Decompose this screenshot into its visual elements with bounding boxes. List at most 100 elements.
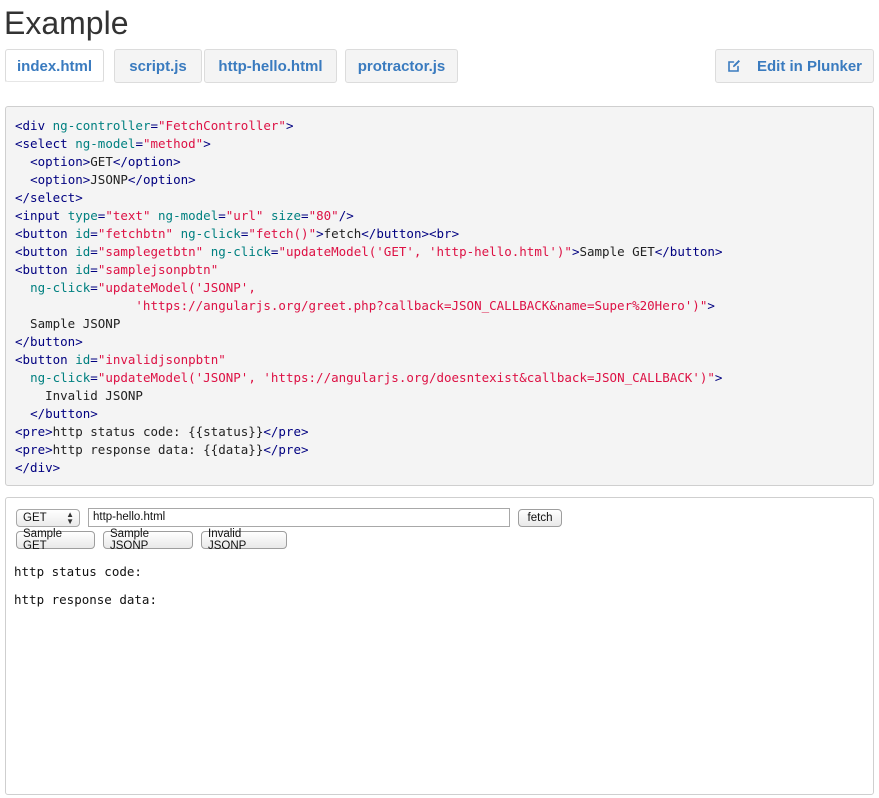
code-token: <div [15,118,53,133]
code-token: ng-click [210,244,271,259]
code-token: </select> [15,190,83,205]
code-token: <input [15,208,68,223]
sample-get-label: Sample GET [23,528,62,552]
code-token: ng-model [158,208,219,223]
code-token: "method" [142,136,204,151]
code-line: <pre>http response data: {{data}}</pre> [15,442,309,457]
code-line: Invalid JSONP [15,388,143,403]
code-token: ng-click [30,280,91,295]
code-token: </option> [112,154,181,169]
code-token: Sample GET [579,244,655,259]
code-line: 'https://angularjs.org/greet.php?callbac… [15,298,715,313]
code-line: <option>JSONP</option> [15,172,196,187]
code-token: </pre> [263,442,309,457]
code-token: 'https://angularjs.org/greet.php?callbac… [15,298,708,313]
code-token: "80" [308,208,339,223]
code-token: </pre> [263,424,309,439]
code-token: </button> [654,244,723,259]
code-token: Invalid JSONP [15,388,143,403]
code-token: </option> [127,172,196,187]
code-token: > [203,136,211,151]
code-token: = [90,262,98,277]
status-code-output: http status code: [14,564,142,579]
code-token: <option> [30,172,91,187]
code-token: > [316,226,324,241]
code-token: id [75,262,91,277]
code-token: <pre> [15,424,53,439]
code-token: http status code: {{status}} [52,424,264,439]
code-line: <pre>http status code: {{status}}</pre> [15,424,309,439]
code-token: <button [15,352,76,367]
code-token: <button [15,262,76,277]
code-token: = [218,208,226,223]
fetch-button[interactable]: fetch [518,509,562,527]
demo-output: GET ▲ ▼ http-hello.html fetch Sample GET … [5,497,874,795]
code-token: <pre> [15,442,53,457]
code-line: </button> [15,406,98,421]
tab-label: index.html [16,57,92,75]
url-input[interactable]: http-hello.html [88,508,510,527]
code-token: "fetchbtn" [97,226,174,241]
sample-jsonp-button[interactable]: Sample JSONP [103,528,193,552]
page-title: Example [4,5,129,41]
code-token: = [90,370,98,385]
url-input-value: http-hello.html [93,511,166,523]
code-token: "samplejsonpbtn" [97,262,219,277]
code-token: type [67,208,98,223]
code-token: <option> [30,154,91,169]
code-viewer: <div ng-controller="FetchController"> <s… [5,106,874,486]
tab-label: protractor.js [357,57,446,75]
code-token: ng-click [180,226,241,241]
tab-http-hello-html[interactable]: http-hello.html [204,49,337,83]
code-token: = [301,208,309,223]
code-line: ng-click="updateModel('JSONP', 'https://… [15,370,722,385]
source-code: <div ng-controller="FetchController"> <s… [15,117,864,477]
code-line: Sample JSONP [15,316,120,331]
code-token: = [90,280,98,295]
method-select-value: GET [23,512,47,524]
code-token: "FetchController" [158,118,286,133]
code-token: "updateModel('GET', 'http-hello.html')" [278,244,572,259]
edit-in-plunker-label: Edit in Plunker [756,57,862,75]
code-token: "invalidjsonpbtn" [97,352,226,367]
tab-protractor-js[interactable]: protractor.js [345,49,458,83]
code-token: http response data: {{data}} [52,442,264,457]
code-token: > [714,370,723,385]
code-token: Sample JSONP [15,316,121,331]
tab-script-js[interactable]: script.js [114,49,202,83]
code-token: /> [338,208,354,223]
tab-index-html[interactable]: index.html [5,49,104,83]
code-token: "samplegetbtn" [97,244,204,259]
code-token: </div> [15,460,61,475]
code-token: </button><br> [361,226,460,241]
code-token: id [75,226,91,241]
method-select[interactable]: GET ▲ ▼ [16,509,80,527]
code-token: ng-controller [52,118,151,133]
edit-in-plunker-button[interactable]: Edit in Plunker [715,49,874,83]
code-token: = [90,244,98,259]
code-token: GET [90,154,113,169]
sample-jsonp-label: Sample JSONP [110,528,149,552]
code-token: "updateModel('JSONP', 'https://angularjs… [97,370,715,385]
code-token: id [75,352,91,367]
code-line: <button id="fetchbtn" ng-click="fetch()"… [15,226,459,241]
sample-get-button[interactable]: Sample GET [16,528,95,552]
code-line: <div ng-controller="FetchController"> [15,118,293,133]
invalid-jsonp-button[interactable]: Invalid JSONP [201,528,287,552]
code-line: <button id="samplegetbtn" ng-click="upda… [15,244,722,259]
code-token: <button [15,244,76,259]
code-token: > [285,118,294,133]
code-token: = [90,226,98,241]
code-token: fetch [323,226,362,241]
code-token: = [135,136,143,151]
code-token: size [270,208,302,223]
code-token: <button [15,226,76,241]
code-line: <input type="text" ng-model="url" size="… [15,208,354,223]
code-line: <button id="samplejsonpbtn" [15,262,218,277]
code-token: > [707,298,715,313]
code-line: </select> [15,190,83,205]
